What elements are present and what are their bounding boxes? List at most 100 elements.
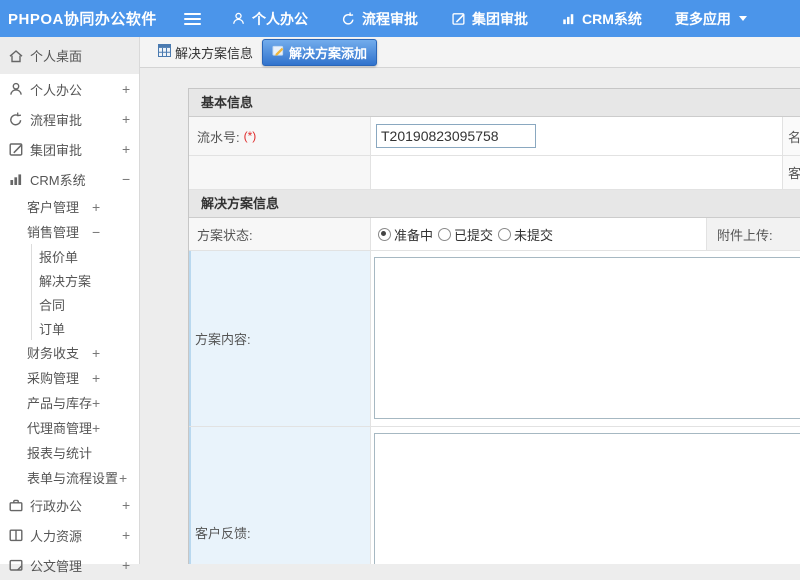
serial-label-cell: 流水号: (*): [189, 117, 371, 155]
sidebar-item-purchasing[interactable]: 采购管理 +: [0, 365, 139, 390]
feedback-editor-cell: [371, 427, 800, 564]
sidebar-item-label: 销售管理: [27, 225, 80, 240]
status-label: 方案状态:: [197, 227, 253, 243]
radio-label: 未提交: [514, 227, 554, 243]
edit-square-icon: [451, 11, 466, 26]
expand-toggle[interactable]: +: [92, 200, 100, 214]
sidebar-item-label: 合同: [39, 297, 66, 313]
nav-label: 流程审批: [362, 10, 418, 27]
expand-toggle[interactable]: +: [122, 112, 130, 126]
form-row-serial: 流水号: (*) 名称: [189, 117, 800, 156]
sidebar-item-label: 集团审批: [30, 142, 83, 158]
expand-toggle[interactable]: +: [122, 558, 130, 572]
customer-label: 客户: [788, 166, 800, 181]
sidebar-item-human-resources[interactable]: 人力资源 +: [0, 520, 139, 550]
bar-chart-icon: [561, 11, 576, 26]
book-icon: [8, 527, 24, 543]
sidebar-item-document-management[interactable]: 公文管理 +: [0, 550, 139, 580]
radio-option-not-submitted[interactable]: 未提交: [498, 225, 553, 244]
radio-label: 准备中: [394, 227, 434, 243]
serial-label: 流水号:: [197, 129, 240, 145]
radio-option-preparing[interactable]: 准备中: [378, 225, 433, 244]
collapse-toggle[interactable]: −: [122, 172, 130, 186]
nav-item-more-apps[interactable]: 更多应用: [675, 9, 747, 29]
nav-item-workflow-approval[interactable]: 流程审批: [341, 9, 418, 29]
sidebar-item-form-workflow-settings[interactable]: 表单与流程设置 +: [0, 465, 139, 490]
sidebar-item-label: CRM系统: [30, 172, 86, 188]
radio-unselected-icon[interactable]: [498, 227, 512, 241]
sidebar-item-workflow-approval[interactable]: 流程审批 +: [0, 104, 139, 134]
section-header-solution-info: 解决方案信息: [189, 190, 800, 218]
expand-toggle[interactable]: +: [92, 346, 100, 360]
nav-item-group-approval[interactable]: 集团审批: [451, 9, 528, 29]
topbar: PHPOA协同办公软件 个人办公 流程审批 集团审批 CRM系统 更多应用: [0, 0, 800, 37]
status-radio-group: 准备中 已提交 未提交: [371, 218, 707, 250]
sidebar-item-product-inventory[interactable]: 产品与库存 +: [0, 390, 139, 415]
sidebar-item-label: 解决方案: [39, 273, 92, 289]
serial-number-input[interactable]: [376, 124, 536, 148]
sidebar-item-group-approval[interactable]: 集团审批 +: [0, 134, 139, 164]
nav-label: 集团审批: [472, 10, 528, 27]
content-textarea[interactable]: [374, 257, 800, 419]
sidebar-item-reports-statistics[interactable]: 报表与统计: [0, 440, 139, 465]
attachment-label: 附件上传:: [717, 227, 773, 243]
sidebar-item-label: 行政办公: [30, 498, 83, 514]
briefcase-icon: [8, 497, 24, 513]
sidebar-item-label: 订单: [39, 321, 66, 337]
expand-toggle[interactable]: +: [122, 528, 130, 542]
sidebar-item-crm-system[interactable]: CRM系统 −: [0, 164, 139, 194]
sidebar-item-solution[interactable]: 解决方案: [0, 268, 139, 292]
sidebar-item-label: 客户管理: [27, 200, 80, 215]
radio-option-submitted[interactable]: 已提交: [438, 225, 493, 244]
nav-item-crm-system[interactable]: CRM系统: [561, 9, 642, 29]
collapse-toggle[interactable]: −: [92, 225, 100, 239]
serial-value-cell: [371, 117, 783, 155]
expand-toggle[interactable]: +: [122, 82, 130, 96]
person-icon: [231, 11, 246, 26]
sidebar-item-customer-management[interactable]: 客户管理 +: [0, 194, 139, 219]
required-mark: (*): [243, 129, 257, 143]
sidebar-item-label: 人力资源: [30, 528, 83, 544]
form-row-status: 方案状态: 准备中 已提交 未提交 附件上传:: [189, 218, 800, 251]
radio-unselected-icon[interactable]: [438, 227, 452, 241]
sidebar-item-label: 报表与统计: [27, 446, 93, 461]
sidebar-item-admin-office[interactable]: 行政办公 +: [0, 490, 139, 520]
caret-down-icon: [738, 16, 747, 21]
customer-label-cell: 客户: [783, 156, 800, 189]
solution-add-button[interactable]: 解决方案添加: [262, 38, 378, 66]
top-navigation: 个人办公 流程审批 集团审批 CRM系统 更多应用: [231, 9, 780, 29]
section-header-basic-info: 基本信息: [189, 89, 800, 117]
nav-label: 个人办公: [252, 10, 308, 27]
sidebar: 个人桌面 个人办公 + 流程审批 + 集团审批 + CRM系统 − 客户管理 +…: [0, 37, 140, 574]
expand-toggle[interactable]: +: [119, 471, 127, 485]
sidebar-item-sales-management[interactable]: 销售管理 −: [0, 219, 139, 244]
sidebar-item-personal-desktop[interactable]: 个人桌面: [0, 37, 139, 74]
radio-selected-icon[interactable]: [378, 227, 391, 241]
feedback-textarea[interactable]: [374, 433, 800, 564]
nav-item-personal-office[interactable]: 个人办公: [231, 9, 308, 29]
hamburger-menu-icon[interactable]: [182, 6, 203, 32]
sidebar-item-contract[interactable]: 合同: [0, 292, 139, 316]
form-row-content: 方案内容:: [189, 251, 800, 427]
undo-arrow-icon: [8, 111, 24, 127]
content-editor-cell: [371, 251, 800, 426]
sidebar-item-agent-management[interactable]: 代理商管理 +: [0, 415, 139, 440]
sidebar-item-quotation[interactable]: 报价单: [0, 244, 139, 268]
expand-toggle[interactable]: +: [122, 498, 130, 512]
app-logo: PHPOA协同办公软件: [8, 11, 157, 28]
status-label-cell: 方案状态:: [189, 218, 371, 250]
content-label: 方案内容:: [195, 332, 251, 347]
sidebar-item-personal-office[interactable]: 个人办公 +: [0, 74, 139, 104]
sidebar-item-finance[interactable]: 财务收支 +: [0, 340, 139, 365]
expand-toggle[interactable]: +: [92, 421, 100, 435]
tab-strip: 解决方案信息 解决方案添加: [140, 37, 800, 68]
sidebar-item-label: 产品与库存: [27, 396, 93, 411]
sidebar-item-order[interactable]: 订单: [0, 316, 139, 340]
tab-solution-info[interactable]: 解决方案信息: [158, 43, 253, 62]
expand-toggle[interactable]: +: [122, 142, 130, 156]
person-icon: [8, 81, 24, 97]
expand-toggle[interactable]: +: [92, 371, 100, 385]
form-row-feedback: 客户反馈:: [189, 427, 800, 564]
sidebar-item-label: 财务收支: [27, 346, 80, 361]
expand-toggle[interactable]: +: [92, 396, 100, 410]
